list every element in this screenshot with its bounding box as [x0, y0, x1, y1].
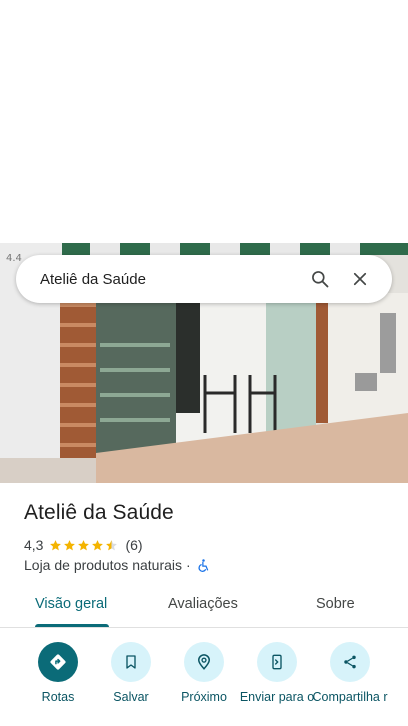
search-query-text[interactable]: Ateliê da Saúde [40, 271, 300, 288]
send-to-phone-icon[interactable] [257, 642, 297, 682]
share-button[interactable]: Compartilha r [310, 642, 390, 704]
nearby-label: Próximo [181, 690, 227, 704]
star-icon [50, 539, 62, 550]
tab-overview[interactable]: Visão geral [35, 596, 107, 612]
review-count[interactable]: (6) [125, 537, 142, 553]
rating-row[interactable]: 4,3 (6) [24, 536, 143, 554]
save-button[interactable]: Salvar [91, 642, 171, 704]
tab-active-indicator [35, 624, 109, 627]
directions-label: Rotas [41, 690, 75, 704]
bookmark-icon[interactable] [111, 642, 151, 682]
nearby-button[interactable]: Próximo [164, 642, 244, 704]
tab-bar: Visão geral Avaliações Sobre [0, 584, 408, 628]
send-to-phone-label: Enviar para o [239, 690, 315, 704]
rating-value: 4,3 [24, 537, 44, 553]
directions-button[interactable]: Rotas [18, 642, 98, 704]
save-label: Salvar [113, 690, 149, 704]
separator-dot: · [186, 557, 191, 573]
star-half-icon [106, 539, 118, 550]
star-icon [64, 539, 76, 550]
share-label: Compartilha r [312, 690, 388, 704]
place-category: Loja de produtos naturais [24, 557, 182, 573]
place-title: Ateliê da Saúde [24, 501, 174, 524]
svg-text:4.4: 4.4 [6, 253, 22, 264]
category-row: Loja de produtos naturais · [24, 556, 211, 574]
share-icon[interactable] [330, 642, 370, 682]
search-bar[interactable]: Ateliê da Saúde [16, 255, 392, 303]
rating-stars [49, 539, 119, 552]
send-to-phone-button[interactable]: Enviar para o [237, 642, 317, 704]
close-icon[interactable] [340, 259, 380, 299]
tab-reviews[interactable]: Avaliações [168, 596, 238, 612]
star-icon [78, 539, 90, 550]
nearby-icon[interactable] [184, 642, 224, 682]
directions-icon[interactable] [38, 642, 78, 682]
tab-about[interactable]: Sobre [316, 596, 355, 612]
wheelchair-accessible-icon [198, 558, 208, 572]
search-icon[interactable] [300, 259, 340, 299]
map-area-blank [0, 0, 408, 243]
star-icon [92, 539, 104, 550]
